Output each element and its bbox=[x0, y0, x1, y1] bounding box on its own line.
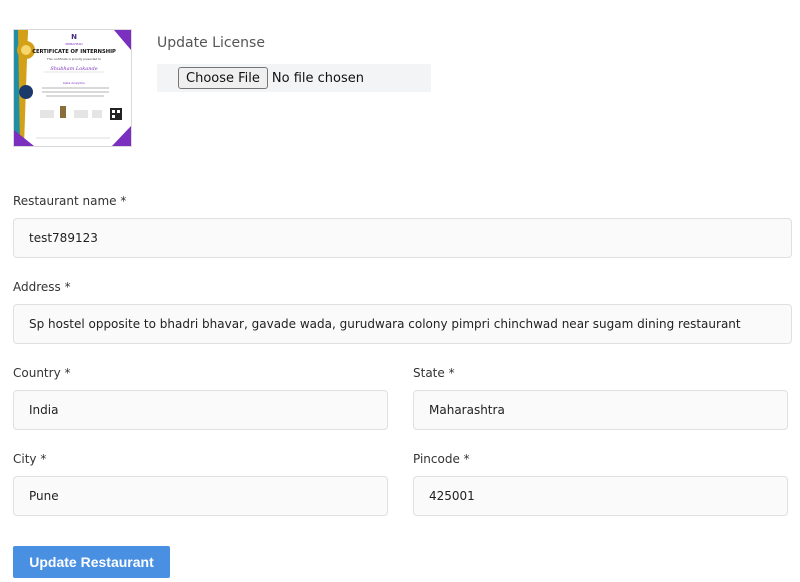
cert-title: CERTIFICATE OF INTERNSHIP bbox=[32, 49, 116, 55]
svg-text:N: N bbox=[71, 33, 77, 41]
pincode-input[interactable] bbox=[413, 476, 788, 516]
pincode-label: Pincode * bbox=[413, 452, 470, 466]
address-label: Address * bbox=[13, 280, 71, 294]
update-restaurant-button[interactable]: Update Restaurant bbox=[13, 546, 170, 578]
choose-file-button[interactable]: Choose File bbox=[178, 67, 268, 89]
cert-subtitle: This certificate is proudly presented to bbox=[46, 57, 101, 61]
update-license-label: Update License bbox=[157, 35, 265, 51]
cert-brand: WEBAHEAD bbox=[65, 42, 83, 46]
address-input[interactable] bbox=[13, 304, 792, 344]
city-input[interactable] bbox=[13, 476, 388, 516]
license-certificate-image: N WEBAHEAD CERTIFICATE OF INTERNSHIP Thi… bbox=[13, 29, 132, 147]
country-label: Country * bbox=[13, 366, 71, 380]
license-file-input[interactable]: Choose File No file chosen bbox=[157, 64, 431, 92]
restaurant-name-label: Restaurant name * bbox=[13, 194, 127, 208]
country-input[interactable] bbox=[13, 390, 388, 430]
restaurant-name-input[interactable] bbox=[13, 218, 792, 258]
state-input[interactable] bbox=[413, 390, 788, 430]
file-status-text: No file chosen bbox=[271, 70, 364, 86]
cert-course: Data Analytics bbox=[63, 81, 85, 85]
city-label: City * bbox=[13, 452, 47, 466]
cert-name: Shubham Lokande bbox=[50, 66, 97, 72]
state-label: State * bbox=[413, 366, 455, 380]
